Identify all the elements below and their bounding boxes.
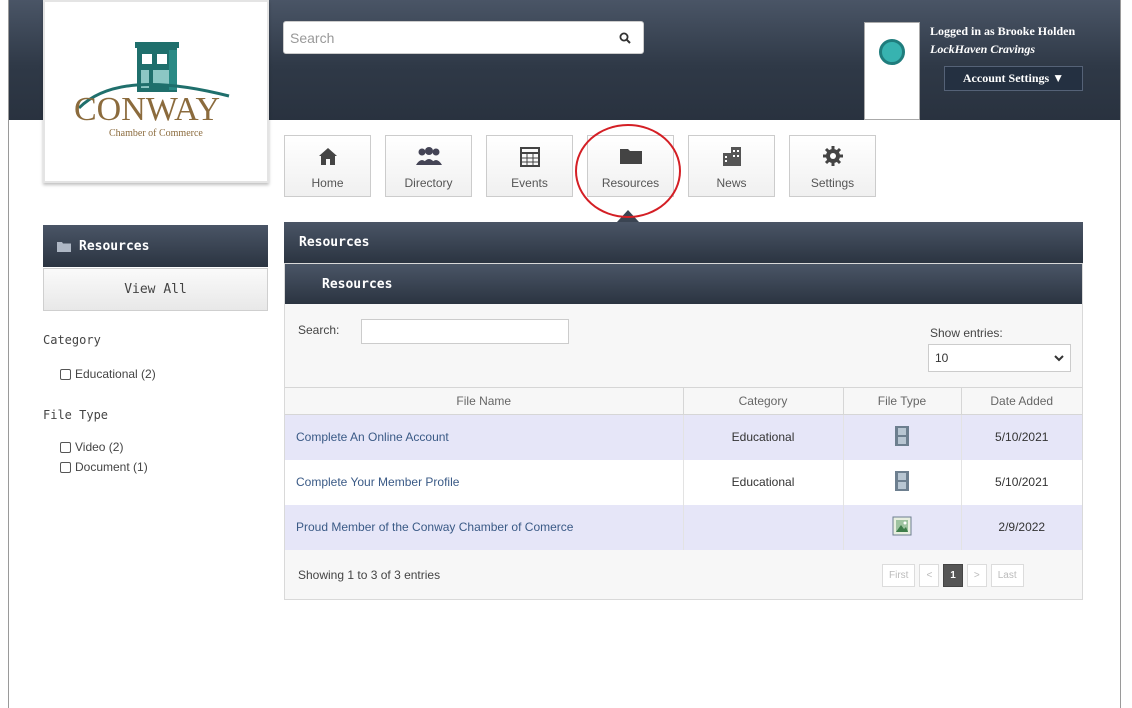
user-info: Logged in as Brooke Holden LockHaven Cra…: [930, 24, 1110, 57]
category-cell: Educational: [683, 414, 844, 460]
date-added-cell: 5/10/2021: [961, 459, 1082, 505]
chamber-logo[interactable]: CONWAY Chamber of Commerce: [43, 0, 269, 183]
column-header-file-type[interactable]: File Type: [843, 387, 962, 415]
annotation-highlight-ring: [575, 124, 681, 218]
magnifier-icon: [619, 32, 631, 44]
logo-wordmark: CONWAY: [74, 91, 220, 128]
facet-option-label: Document (1): [75, 460, 148, 474]
sidebar-header: Resources: [43, 225, 268, 267]
folder-icon: [57, 241, 71, 252]
building-icon: [722, 147, 741, 166]
table-header-row: File Name Category File Type Date Added: [285, 387, 1082, 415]
file-name-link[interactable]: Complete Your Member Profile: [285, 459, 684, 505]
facet-title-file-type: File Type: [43, 408, 109, 422]
column-header-file-name[interactable]: File Name: [285, 387, 684, 415]
pager-page-1[interactable]: 1: [943, 564, 963, 587]
date-added-cell: 5/10/2021: [961, 414, 1082, 460]
show-entries-select[interactable]: 10: [928, 344, 1071, 372]
pager-last[interactable]: Last: [990, 564, 1024, 587]
film-icon: [895, 470, 909, 491]
account-settings-button[interactable]: Account Settings ▼: [944, 66, 1083, 91]
checkbox[interactable]: [60, 368, 71, 380]
people-icon: [415, 147, 442, 165]
pagination: First < 1 > Last: [882, 564, 1024, 587]
table-search-input[interactable]: [361, 319, 569, 344]
facet-option-educational[interactable]: Educational (2): [60, 367, 156, 381]
gear-icon: [822, 146, 843, 166]
nav-directory-label: Directory: [404, 176, 453, 190]
page-title: Resources: [284, 222, 1083, 263]
nav-home-label: Home: [311, 176, 344, 190]
account-settings-label: Account Settings ▼: [962, 71, 1065, 85]
nav-settings[interactable]: Settings: [789, 135, 876, 197]
file-type-cell: [843, 459, 962, 505]
user-avatar[interactable]: [864, 22, 920, 120]
entries-summary: Showing 1 to 3 of 3 entries: [298, 568, 441, 582]
table-row: Complete An Online Account Educational 5…: [285, 414, 1082, 460]
panel-title-label: Resources: [322, 276, 393, 292]
panel-title: Resources: [285, 264, 1082, 304]
facet-option-label: Educational (2): [75, 367, 156, 381]
facet-title-category: Category: [43, 333, 101, 347]
logo-subtitle: Chamber of Commerce: [109, 128, 203, 139]
column-header-category[interactable]: Category: [683, 387, 844, 415]
file-name-link[interactable]: Complete An Online Account: [285, 414, 684, 460]
global-search-input[interactable]: [284, 22, 604, 53]
file-name-link[interactable]: Proud Member of the Conway Chamber of Co…: [285, 504, 684, 550]
table-search-label: Search:: [298, 323, 340, 337]
nav-news[interactable]: News: [688, 135, 775, 197]
category-cell: Educational: [683, 459, 844, 505]
nav-events[interactable]: Events: [486, 135, 573, 197]
nav-events-label: Events: [511, 176, 548, 190]
facet-option-label: Video (2): [75, 440, 124, 454]
checkbox[interactable]: [60, 441, 71, 453]
nav-directory[interactable]: Directory: [385, 135, 472, 197]
company-name: LockHaven Cravings: [930, 42, 1035, 56]
page-title-label: Resources: [299, 235, 370, 250]
table-row: Complete Your Member Profile Educational…: [285, 459, 1082, 505]
chevron-down-icon: [1054, 354, 1064, 361]
date-added-cell: 2/9/2022: [961, 504, 1082, 550]
right-border: [1120, 0, 1121, 708]
resources-table: File Name Category File Type Date Added …: [285, 387, 1082, 550]
global-search: [283, 21, 644, 54]
checkbox[interactable]: [60, 461, 71, 473]
film-icon: [895, 425, 909, 446]
show-entries-value: 10: [935, 351, 949, 365]
conway-logo-graphic: CONWAY Chamber of Commerce: [74, 42, 230, 139]
logged-in-text: Logged in as Brooke Holden: [930, 24, 1076, 38]
view-all-label: View All: [124, 282, 187, 297]
nav-home[interactable]: Home: [284, 135, 371, 197]
sidebar-header-label: Resources: [79, 238, 150, 254]
nav-news-label: News: [716, 176, 747, 190]
app-frame: CONWAY Chamber of Commerce Logged in as …: [0, 0, 1132, 708]
company-logo-icon: [879, 39, 905, 65]
column-header-date-added[interactable]: Date Added: [961, 387, 1082, 415]
facet-option-document[interactable]: Document (1): [60, 460, 148, 474]
search-button[interactable]: [606, 22, 643, 53]
file-type-cell: [843, 504, 962, 550]
view-all-button[interactable]: View All: [43, 268, 268, 311]
facet-option-video[interactable]: Video (2): [60, 440, 123, 454]
pager-next[interactable]: >: [966, 564, 987, 587]
image-icon: [892, 516, 912, 535]
category-cell: [683, 504, 844, 550]
calendar-icon: [519, 147, 540, 167]
file-type-cell: [843, 414, 962, 460]
pager-prev[interactable]: <: [919, 564, 940, 587]
show-entries-label: Show entries:: [930, 326, 1003, 340]
pager-first[interactable]: First: [882, 564, 916, 587]
nav-settings-label: Settings: [810, 176, 855, 190]
house-icon: [318, 148, 337, 165]
resources-panel: Resources Search: Show entries: 10 File …: [284, 263, 1083, 600]
table-row: Proud Member of the Conway Chamber of Co…: [285, 504, 1082, 550]
